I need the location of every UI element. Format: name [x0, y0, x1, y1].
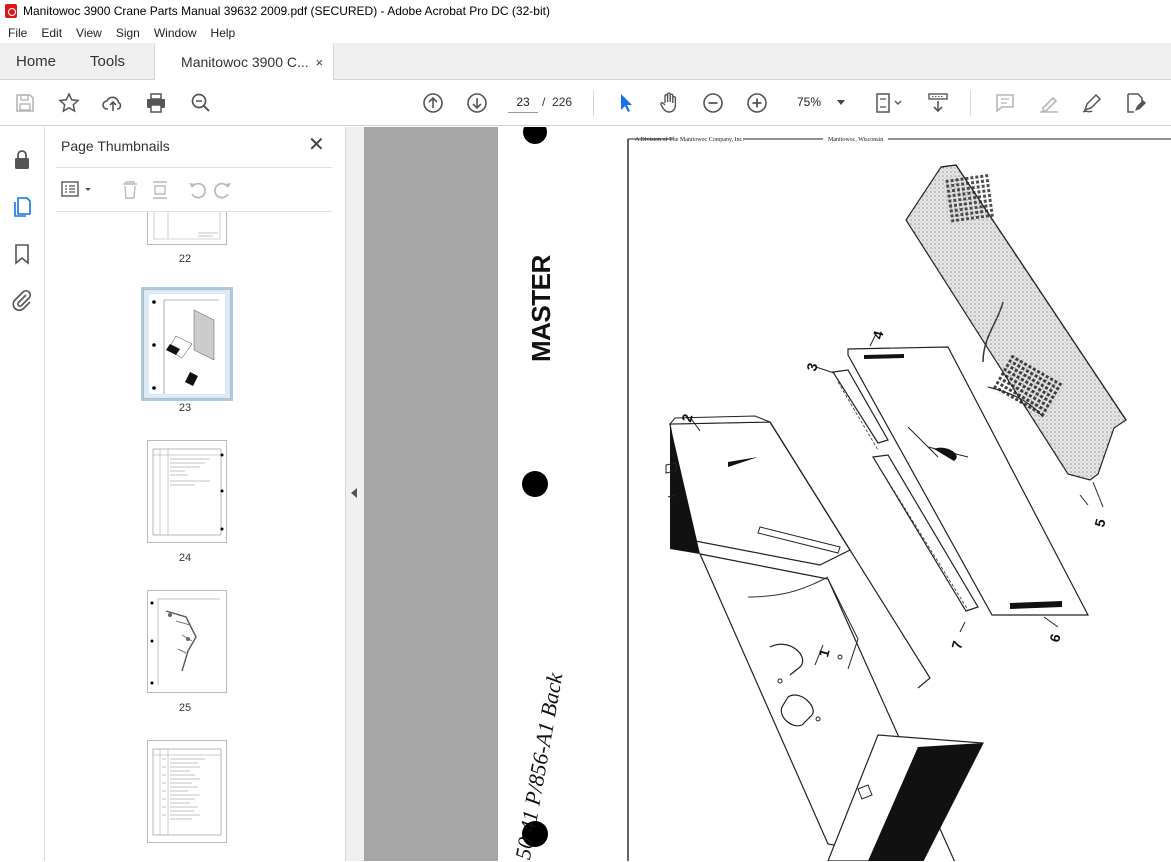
left-rail: [0, 127, 45, 861]
zoom-in-icon[interactable]: [744, 90, 770, 116]
panel-title: Page Thumbnails: [61, 138, 170, 154]
page-thumbnail-26[interactable]: [147, 740, 227, 843]
bookmark-star-icon[interactable]: [56, 90, 82, 116]
menu-edit[interactable]: Edit: [35, 26, 68, 40]
comment-icon[interactable]: [992, 90, 1018, 116]
menu-sign[interactable]: Sign: [110, 26, 146, 40]
hand-icon[interactable]: [656, 90, 682, 116]
chevron-down-icon: [837, 100, 845, 105]
thumbnail-label: 25: [178, 702, 192, 714]
zoom-search-icon[interactable]: [188, 90, 214, 116]
zoom-dropdown[interactable]: 75%: [789, 91, 849, 113]
fill-sign-icon[interactable]: [1122, 90, 1148, 116]
page-thumbnail-23[interactable]: [141, 287, 233, 401]
upload-icon[interactable]: [100, 90, 126, 116]
tab-bar: Home Tools Manitowoc 3900 C... ×: [0, 43, 1171, 81]
attachment-icon[interactable]: [10, 288, 34, 312]
zoom-value: 75%: [797, 95, 822, 109]
print-icon[interactable]: [143, 90, 169, 116]
title-bar: Manitowoc 3900 Crane Parts Manual 39632 …: [0, 0, 1171, 22]
page-total: / 226: [542, 95, 573, 109]
bookmark-icon[interactable]: [10, 242, 34, 266]
page-header-left: A Division of The Manitowoc Company, Inc…: [635, 137, 744, 143]
page-header-right: Manitowoc, Wisconsin: [828, 137, 884, 143]
acrobat-logo-icon: [5, 4, 17, 18]
page-thumbnail-24[interactable]: [147, 440, 227, 543]
delete-icon[interactable]: [123, 181, 137, 199]
page-thumbnail-25[interactable]: [147, 590, 227, 693]
select-cursor-icon[interactable]: [613, 90, 639, 116]
tab-document[interactable]: Manitowoc 3900 C... ×: [154, 43, 335, 81]
technical-drawing: [522, 127, 1171, 861]
toolbar-divider: [593, 90, 594, 116]
pages-icon[interactable]: [10, 195, 34, 219]
divider: [56, 167, 332, 168]
zoom-out-icon[interactable]: [700, 90, 726, 116]
pdf-page: A Division of The Manitowoc Company, Inc…: [498, 127, 1171, 861]
draw-icon[interactable]: [1079, 90, 1105, 116]
menu-view[interactable]: View: [70, 26, 108, 40]
tab-tools[interactable]: Tools: [72, 43, 141, 79]
options-menu-icon[interactable]: [61, 181, 91, 197]
close-icon[interactable]: ✕: [308, 135, 325, 155]
master-stamp: MASTER: [526, 255, 556, 362]
lock-icon[interactable]: [10, 148, 34, 172]
tab-close-icon[interactable]: ×: [315, 55, 323, 70]
page-number-input[interactable]: 23: [508, 91, 538, 113]
collapse-panel-icon[interactable]: [351, 488, 357, 498]
toolbar-divider: [970, 90, 971, 116]
thumbnail-label: 23: [178, 402, 192, 414]
prev-page-icon[interactable]: [420, 90, 446, 116]
window-title: Manitowoc 3900 Crane Parts Manual 39632 …: [23, 4, 550, 18]
thumbnail-label: 22: [178, 253, 192, 265]
scroll-mode-icon[interactable]: [925, 90, 951, 116]
menu-window[interactable]: Window: [148, 26, 203, 40]
fit-page-icon[interactable]: [871, 90, 907, 116]
menu-bar: File Edit View Sign Window Help: [0, 22, 1171, 43]
thumbnails-panel: Page Thumbnails ✕ 22 23 24 25: [46, 127, 380, 861]
thumbnail-toolbar: [60, 177, 260, 203]
rotate-left-icon[interactable]: [189, 182, 207, 199]
insert-page-icon[interactable]: [153, 181, 167, 199]
next-page-icon[interactable]: [464, 90, 490, 116]
menu-help[interactable]: Help: [205, 26, 242, 40]
thumbnail-list: 22 23 24 25: [46, 212, 324, 857]
highlight-icon[interactable]: [1036, 90, 1062, 116]
save-icon[interactable]: [12, 90, 38, 116]
tab-document-label: Manitowoc 3900 C...: [181, 54, 309, 70]
menu-file[interactable]: File: [2, 26, 33, 40]
page-thumbnail-22[interactable]: [147, 212, 227, 245]
thumbnail-label: 24: [178, 552, 192, 564]
rotate-right-icon[interactable]: [213, 182, 231, 199]
document-view[interactable]: A Division of The Manitowoc Company, Inc…: [364, 127, 1171, 861]
tab-home[interactable]: Home: [0, 43, 72, 79]
